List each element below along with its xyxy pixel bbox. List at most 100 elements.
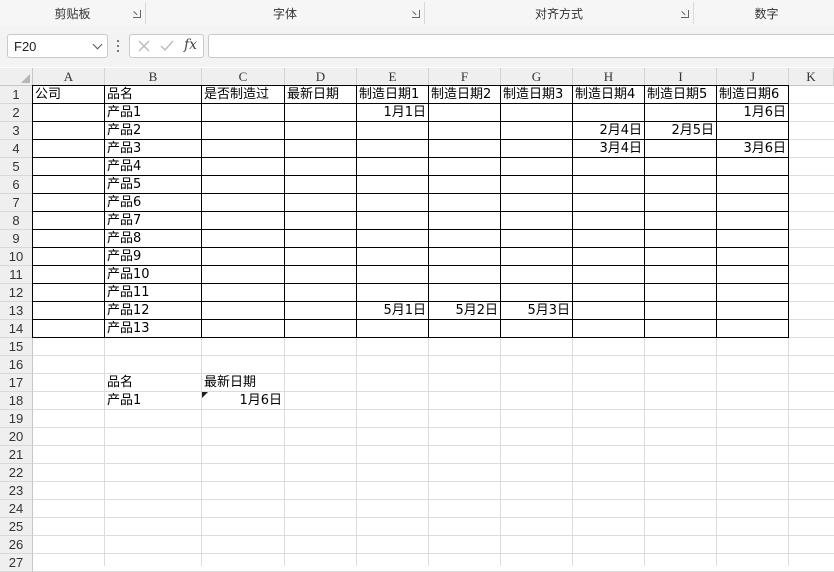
cell-a1[interactable]: 公司 [33, 86, 105, 104]
formula-buttons: fx [129, 34, 204, 58]
row-header-16[interactable]: 16 [0, 356, 33, 374]
cell-j4[interactable]: 3月6日 [717, 140, 789, 158]
cell-e13[interactable]: 5月1日 [357, 302, 429, 320]
cell-b14[interactable]: 产品13 [105, 320, 202, 338]
gridline [33, 355, 834, 356]
row-header-12[interactable]: 12 [0, 284, 33, 302]
row-header-2[interactable]: 2 [0, 104, 33, 122]
row-header-11[interactable]: 11 [0, 266, 33, 284]
column-header-k[interactable]: K [789, 68, 834, 86]
drag-handle-icon[interactable] [117, 40, 119, 52]
alignment-dialog-launcher-icon[interactable] [681, 10, 689, 18]
row-header-27[interactable]: 27 [0, 554, 33, 572]
row-header-3[interactable]: 3 [0, 122, 33, 140]
row-header-22[interactable]: 22 [0, 464, 33, 482]
cell-b11[interactable]: 产品10 [105, 266, 202, 284]
cell-b6[interactable]: 产品5 [105, 176, 202, 194]
cell-c17[interactable]: 最新日期 [202, 374, 285, 392]
cell-b1[interactable]: 品名 [105, 86, 202, 104]
row-header-23[interactable]: 23 [0, 482, 33, 500]
cell-i1[interactable]: 制造日期5 [645, 86, 717, 104]
cell-h4[interactable]: 3月4日 [573, 140, 645, 158]
row-header-9[interactable]: 9 [0, 230, 33, 248]
formula-bar: F20 fx [0, 26, 834, 67]
cell-f1[interactable]: 制造日期2 [429, 86, 501, 104]
row-header-18[interactable]: 18 [0, 392, 33, 410]
cell-b9[interactable]: 产品8 [105, 230, 202, 248]
font-dialog-launcher-icon[interactable] [412, 10, 420, 18]
row-header-25[interactable]: 25 [0, 518, 33, 536]
cell-j1[interactable]: 制造日期6 [717, 86, 789, 104]
row-header-26[interactable]: 26 [0, 536, 33, 554]
row-header-6[interactable]: 6 [0, 176, 33, 194]
ribbon-group-bar: 剪贴板 字体 对齐方式 数字 [0, 0, 834, 27]
enter-check-icon[interactable] [159, 38, 175, 54]
cell-e1[interactable]: 制造日期1 [357, 86, 429, 104]
select-all-corner[interactable] [0, 68, 33, 86]
cell-b2[interactable]: 产品1 [105, 104, 202, 122]
cell-h3[interactable]: 2月4日 [573, 122, 645, 140]
cell-b10[interactable]: 产品9 [105, 248, 202, 266]
cell-j2[interactable]: 1月6日 [717, 104, 789, 122]
cell-i3[interactable]: 2月5日 [645, 122, 717, 140]
column-header-j[interactable]: J [717, 68, 789, 86]
column-header-f[interactable]: F [429, 68, 501, 86]
column-header-a[interactable]: A [33, 68, 105, 86]
cell-b13[interactable]: 产品12 [105, 302, 202, 320]
cancel-icon[interactable] [136, 38, 152, 54]
error-indicator-icon[interactable] [202, 392, 208, 398]
gridline [33, 445, 834, 446]
row-header-21[interactable]: 21 [0, 446, 33, 464]
row-header-7[interactable]: 7 [0, 194, 33, 212]
row-header-15[interactable]: 15 [0, 338, 33, 356]
column-header-h[interactable]: H [573, 68, 645, 86]
cell-b4[interactable]: 产品3 [105, 140, 202, 158]
name-box[interactable]: F20 [7, 34, 108, 58]
row-header-10[interactable]: 10 [0, 248, 33, 266]
cell-e2[interactable]: 1月1日 [357, 104, 429, 122]
column-header-c[interactable]: C [202, 68, 285, 86]
cell-g1[interactable]: 制造日期3 [501, 86, 573, 104]
formula-input[interactable] [208, 34, 834, 58]
row-header-19[interactable]: 19 [0, 410, 33, 428]
row-header-8[interactable]: 8 [0, 212, 33, 230]
insert-function-icon[interactable]: fx [184, 37, 197, 53]
cell-b18[interactable]: 产品1 [105, 392, 202, 410]
row-header-24[interactable]: 24 [0, 500, 33, 518]
row-header-5[interactable]: 5 [0, 158, 33, 176]
cell-b7[interactable]: 产品6 [105, 194, 202, 212]
row-header-14[interactable]: 14 [0, 320, 33, 338]
cell-b3[interactable]: 产品2 [105, 122, 202, 140]
cell-b8[interactable]: 产品7 [105, 212, 202, 230]
row-header-4[interactable]: 4 [0, 140, 33, 158]
gridline [33, 427, 834, 428]
gridline [33, 535, 834, 536]
cell-h1[interactable]: 制造日期4 [573, 86, 645, 104]
column-header-d[interactable]: D [285, 68, 357, 86]
column-header-e[interactable]: E [357, 68, 429, 86]
ribbon-group-alignment: 对齐方式 [425, 0, 693, 26]
column-header-b[interactable]: B [105, 68, 202, 86]
cell-b5[interactable]: 产品4 [105, 158, 202, 176]
gridline [33, 499, 834, 500]
row-header-20[interactable]: 20 [0, 428, 33, 446]
chevron-down-icon[interactable] [92, 39, 103, 50]
gridline [33, 463, 834, 464]
cell-b17[interactable]: 品名 [105, 374, 202, 392]
row-header-1[interactable]: 1 [0, 86, 33, 104]
cell-f13[interactable]: 5月2日 [429, 302, 501, 320]
cell-g13[interactable]: 5月3日 [501, 302, 573, 320]
clipboard-dialog-launcher-icon[interactable] [133, 10, 141, 18]
cell-d1[interactable]: 最新日期 [285, 86, 357, 104]
column-header-i[interactable]: I [645, 68, 717, 86]
cell-b12[interactable]: 产品11 [105, 284, 202, 302]
cell-c1[interactable]: 是否制造过 [202, 86, 285, 104]
row-header-13[interactable]: 13 [0, 302, 33, 320]
ribbon-group-clipboard: 剪贴板 [0, 0, 145, 26]
ribbon-group-font-label: 字体 [272, 7, 297, 21]
ribbon-group-clipboard-label: 剪贴板 [54, 7, 91, 21]
column-header-g[interactable]: G [501, 68, 573, 86]
row-header-17[interactable]: 17 [0, 374, 33, 392]
gridline [33, 481, 834, 482]
cell-c18[interactable]: 1月6日 [202, 392, 285, 410]
